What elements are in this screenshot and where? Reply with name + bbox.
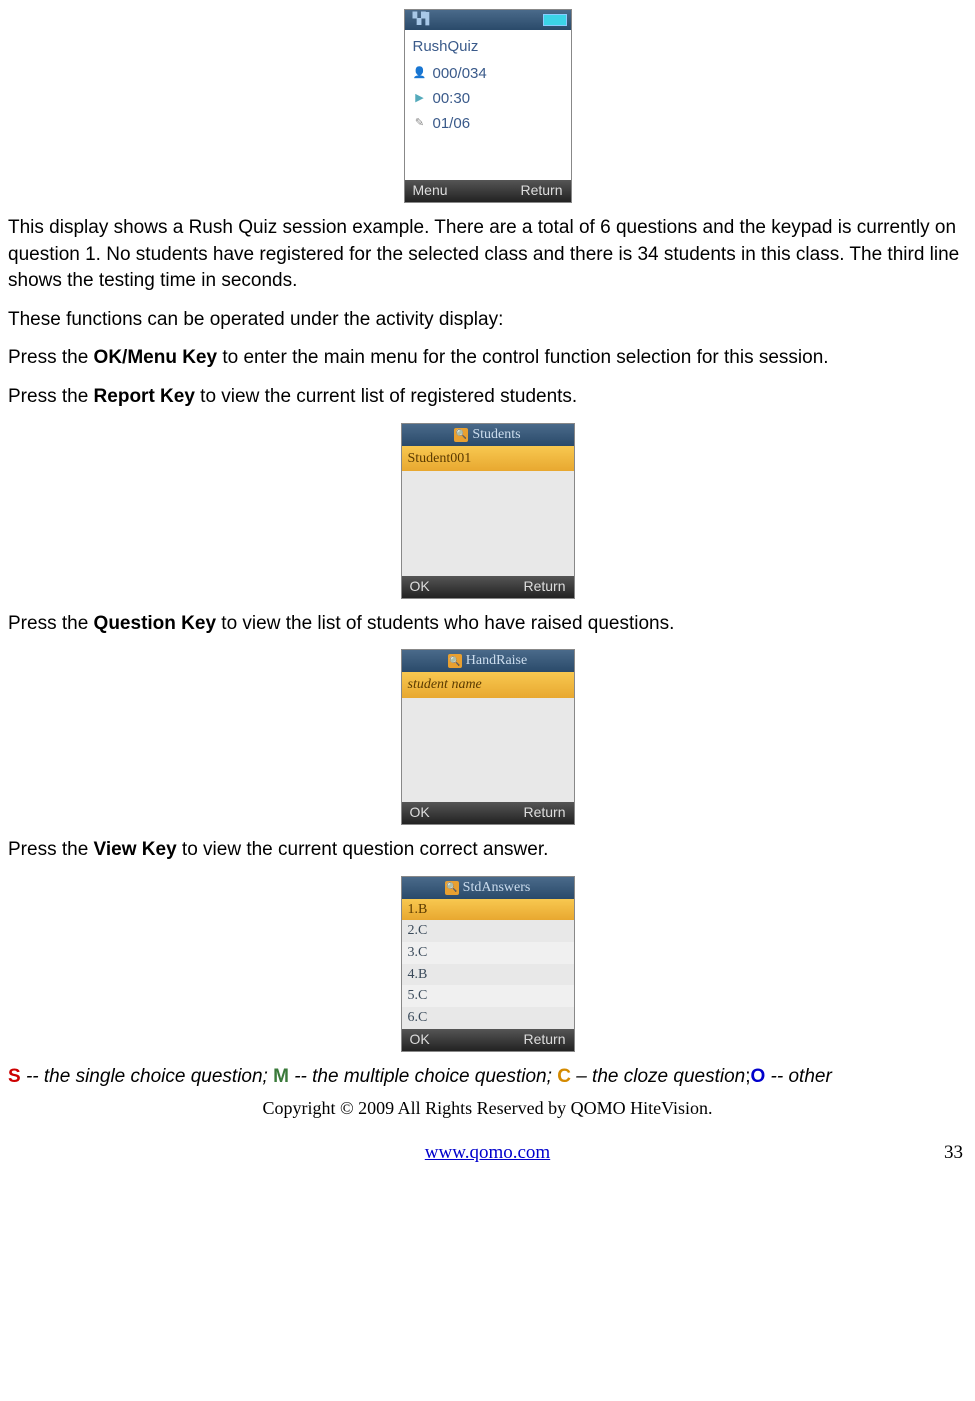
- header-icon: 🔍: [445, 881, 459, 895]
- paragraph-5: Press the Question Key to view the list …: [8, 611, 967, 638]
- ok-softkey[interactable]: OK: [410, 1030, 430, 1050]
- softkey-bar: OK Return: [402, 576, 574, 598]
- header-title: Students: [472, 425, 520, 445]
- legend-o-text: -- other: [765, 1066, 832, 1087]
- students-count: 000/034: [433, 63, 487, 84]
- page-footer: www.qomo.com 33: [8, 1140, 967, 1167]
- play-icon: ▶: [413, 92, 427, 106]
- return-softkey[interactable]: Return: [520, 181, 562, 201]
- answer-item[interactable]: 4.B: [402, 964, 574, 986]
- legend-c-text: – the cloze question: [571, 1066, 745, 1087]
- handraise-header: 🔍 HandRaise: [402, 650, 574, 672]
- view-key-label: View Key: [94, 839, 177, 860]
- handraise-body: student name: [402, 672, 574, 802]
- students-header: 🔍 Students: [402, 424, 574, 446]
- text: Press the: [8, 347, 94, 368]
- legend-m-text: -- the multiple choice question;: [289, 1066, 557, 1087]
- students-line: 👤 000/034: [409, 61, 567, 86]
- paragraph-6: Press the View Key to view the current q…: [8, 837, 967, 864]
- text: to view the current list of registered s…: [195, 386, 577, 407]
- header-title: StdAnswers: [463, 878, 531, 898]
- question-key-label: Question Key: [94, 613, 216, 634]
- text: to enter the main menu for the control f…: [217, 347, 829, 368]
- answer-item[interactable]: 3.C: [402, 942, 574, 964]
- return-softkey[interactable]: Return: [523, 803, 565, 823]
- phone-body: RushQuiz 👤 000/034 ▶ 00:30 ✎ 01/06: [405, 30, 571, 180]
- battery-icon: [543, 14, 567, 26]
- answer-item[interactable]: 5.C: [402, 985, 574, 1007]
- menu-softkey[interactable]: Menu: [413, 181, 448, 201]
- header-icon: 🔍: [454, 428, 468, 442]
- header-title: HandRaise: [466, 651, 527, 671]
- legend-s-text: -- the single choice question;: [21, 1066, 273, 1087]
- ok-softkey[interactable]: OK: [410, 803, 430, 823]
- softkey-bar: OK Return: [402, 1029, 574, 1051]
- text: to view the list of students who have ra…: [216, 613, 674, 634]
- copyright-line: Copyright © 2009 All Rights Reserved by …: [8, 1096, 967, 1121]
- text: Press the: [8, 386, 94, 407]
- paragraph-1: This display shows a Rush Quiz session e…: [8, 215, 967, 295]
- page-number: 33: [944, 1140, 963, 1167]
- legend-line: S -- the single choice question; M -- th…: [8, 1064, 967, 1091]
- header-icon: 🔍: [448, 654, 462, 668]
- softkey-bar: OK Return: [402, 802, 574, 824]
- progress-value: 01/06: [433, 113, 471, 134]
- rushquiz-screen: ▝▞▌ RushQuiz 👤 000/034 ▶ 00:30 ✎ 01/06 M…: [404, 9, 572, 203]
- answers-body: 1.B 2.C 3.C 4.B 5.C 6.C: [402, 899, 574, 1029]
- answer-item[interactable]: 6.C: [402, 1007, 574, 1029]
- timer-line: ▶ 00:30: [409, 86, 567, 111]
- answer-item[interactable]: 1.B: [402, 899, 574, 921]
- phone-title: RushQuiz: [409, 36, 567, 57]
- text: to view the current question correct ans…: [177, 839, 549, 860]
- answers-screen: 🔍 StdAnswers 1.B 2.C 3.C 4.B 5.C 6.C OK …: [401, 876, 575, 1052]
- phone-statusbar: ▝▞▌: [405, 10, 571, 30]
- legend-o: O: [751, 1066, 766, 1087]
- handraise-screen: 🔍 HandRaise student name OK Return: [401, 649, 575, 825]
- return-softkey[interactable]: Return: [523, 577, 565, 597]
- students-body: Student001: [402, 446, 574, 576]
- text: Press the: [8, 613, 94, 634]
- legend-m: M: [273, 1066, 289, 1087]
- paragraph-2: These functions can be operated under th…: [8, 307, 967, 334]
- legend-c: C: [557, 1066, 571, 1087]
- report-key-label: Report Key: [94, 386, 195, 407]
- person-icon: 👤: [413, 67, 427, 81]
- answer-item[interactable]: 2.C: [402, 920, 574, 942]
- legend-s: S: [8, 1066, 21, 1087]
- paragraph-3: Press the OK/Menu Key to enter the main …: [8, 345, 967, 372]
- ok-softkey[interactable]: OK: [410, 577, 430, 597]
- signal-icon: ▝▞▌: [409, 12, 434, 27]
- return-softkey[interactable]: Return: [523, 1030, 565, 1050]
- paragraph-4: Press the Report Key to view the current…: [8, 384, 967, 411]
- answers-header: 🔍 StdAnswers: [402, 877, 574, 899]
- softkey-bar: Menu Return: [405, 180, 571, 202]
- students-screen: 🔍 Students Student001 OK Return: [401, 423, 575, 599]
- footer-link[interactable]: www.qomo.com: [425, 1140, 550, 1167]
- progress-line: ✎ 01/06: [409, 111, 567, 136]
- student-item[interactable]: Student001: [402, 446, 574, 472]
- pencil-icon: ✎: [413, 117, 427, 131]
- ok-menu-key-label: OK/Menu Key: [94, 347, 218, 368]
- student-name-item[interactable]: student name: [402, 672, 574, 698]
- text: Press the: [8, 839, 94, 860]
- timer-value: 00:30: [433, 88, 471, 109]
